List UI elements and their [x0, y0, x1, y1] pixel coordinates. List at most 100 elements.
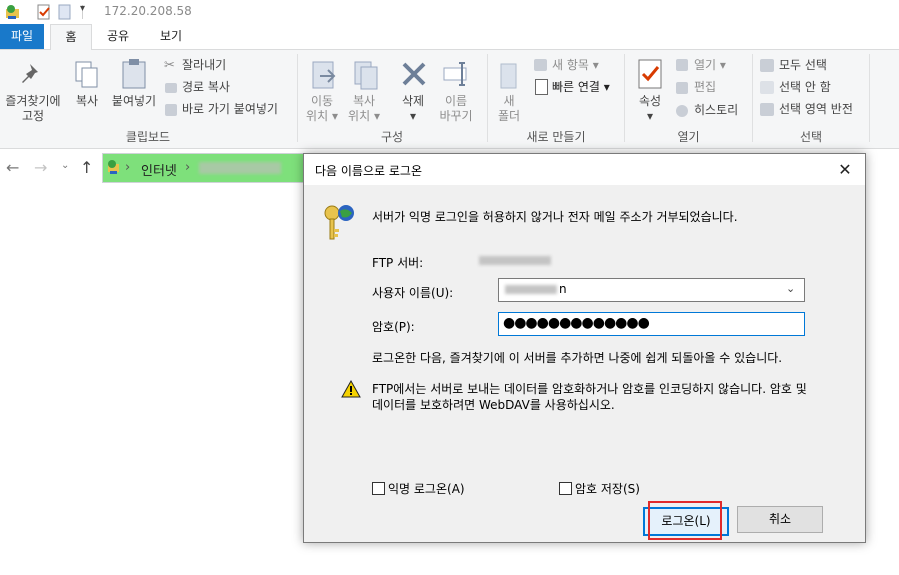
- ribbon-tabs: 파일 홈 공유 보기: [0, 24, 899, 51]
- warning-icon: [341, 380, 361, 398]
- warning-line-2: 데이터를 보호하려면 WebDAV를 사용하십시오.: [372, 398, 615, 412]
- anonymous-logon-label[interactable]: 익명 로그온(A): [388, 480, 465, 497]
- cut-button[interactable]: 잘라내기: [182, 58, 226, 73]
- logon-dialog: 다음 이름으로 로그온 ✕ 서버가 익명 로그인을 허용하지 않거나 전자 메일…: [303, 153, 866, 543]
- delete-button[interactable]: 삭제 ▾: [396, 94, 430, 124]
- edit-button[interactable]: 편집: [694, 80, 716, 95]
- properties-large-icon: [638, 59, 662, 89]
- dialog-title-bar: 다음 이름으로 로그온 ✕: [304, 154, 865, 185]
- username-redacted: [505, 285, 557, 294]
- breadcrumb-chevron[interactable]: ›: [125, 160, 130, 175]
- username-label: 사용자 이름(U):: [372, 286, 454, 300]
- breadcrumb-redacted-host[interactable]: [199, 162, 281, 174]
- anonymous-logon-checkbox[interactable]: [372, 482, 385, 495]
- rename-icon: [443, 62, 467, 86]
- copy-to-button[interactable]: 복사 위치 ▾: [344, 94, 384, 124]
- breadcrumb-chevron[interactable]: ›: [185, 160, 190, 175]
- ftp-server-label: FTP 서버:: [372, 256, 424, 270]
- move-to-label-line2: 위치 ▾: [306, 109, 338, 123]
- info-text: 로그온한 다음, 즐겨찾기에 이 서버를 추가하면 나중에 쉽게 되돌아올 수 …: [372, 351, 783, 365]
- open-icon: [676, 59, 688, 71]
- save-password-checkbox[interactable]: [559, 482, 572, 495]
- new-folder-label-line2: 폴더: [497, 109, 521, 123]
- password-field[interactable]: ●●●●●●●●●●●●●: [498, 312, 805, 336]
- dialog-title: 다음 이름으로 로그온: [315, 164, 422, 178]
- group-label-clipboard: 클립보드: [125, 130, 171, 144]
- easy-access-button[interactable]: 빠른 연결 ▾: [552, 80, 610, 95]
- select-all-button[interactable]: 모두 선택: [779, 58, 827, 73]
- rename-button[interactable]: 이름 바꾸기: [436, 94, 476, 124]
- move-to-button[interactable]: 이동 위치 ▾: [302, 94, 342, 124]
- rename-label-line2: 바꾸기: [439, 109, 473, 123]
- copy-to-label-line1: 복사: [352, 94, 376, 108]
- new-folder-label-line1: 새: [503, 94, 515, 108]
- cancel-button[interactable]: 취소: [737, 506, 823, 533]
- properties-icon[interactable]: [36, 4, 52, 20]
- group-label-organize: 구성: [380, 130, 404, 144]
- close-icon[interactable]: ✕: [832, 158, 858, 182]
- network-folder-icon: [6, 5, 19, 19]
- delete-icon: [402, 62, 426, 86]
- pin-to-quick-access-button[interactable]: 즐겨찾기에 고정: [0, 94, 66, 124]
- ftp-server-value-redacted: [479, 256, 551, 265]
- chevron-down-icon[interactable]: ⌄: [786, 282, 795, 295]
- address-bar[interactable]: › 인터넷 ›: [102, 153, 304, 183]
- group-separator: [869, 54, 870, 142]
- properties-label: 속성: [638, 94, 662, 108]
- tab-view[interactable]: 보기: [146, 24, 196, 49]
- paste-button[interactable]: 붙여넣기: [108, 94, 160, 109]
- easy-access-label: 빠른 연결: [552, 80, 600, 94]
- breadcrumb-internet[interactable]: 인터넷: [141, 160, 177, 179]
- group-label-new: 새로 만들기: [526, 130, 586, 144]
- tab-home[interactable]: 홈: [50, 24, 92, 51]
- up-arrow-icon[interactable]: ↑: [80, 158, 93, 177]
- pin-label-line2: 고정: [21, 109, 45, 123]
- save-password-label[interactable]: 암호 저장(S): [575, 480, 640, 497]
- network-location-icon: [108, 160, 119, 174]
- delete-label: 삭제: [401, 94, 425, 108]
- recent-locations-chevron-icon[interactable]: ⌄: [61, 160, 69, 171]
- select-none-button[interactable]: 선택 안 함: [779, 80, 831, 95]
- copy-button[interactable]: 복사: [70, 94, 104, 109]
- new-item-button[interactable]: 새 항목 ▾: [552, 58, 599, 73]
- copy-to-label-text: 위치: [348, 109, 371, 123]
- move-to-icon: [312, 61, 336, 89]
- easy-access-icon: [535, 79, 548, 95]
- paste-shortcut-button[interactable]: 바로 가기 붙여넣기: [182, 102, 278, 117]
- open-label: 열기: [694, 58, 717, 72]
- new-folder-button[interactable]: 새 폴더: [490, 94, 528, 124]
- paste-icon: [122, 59, 146, 89]
- copy-path-icon: [165, 83, 177, 93]
- edit-icon: [676, 82, 688, 94]
- group-label-open: 열기: [677, 130, 700, 144]
- pin-label-line1: 즐겨찾기에: [5, 94, 61, 108]
- customize-toolbar-chevron-icon[interactable]: ▾: [80, 3, 85, 14]
- key-globe-icon: [324, 205, 354, 240]
- tab-share[interactable]: 공유: [96, 24, 140, 49]
- title-bar: ▾ 172.20.208.58: [0, 0, 899, 24]
- copy-to-label-line2: 위치 ▾: [348, 109, 380, 123]
- new-folder-icon[interactable]: [58, 4, 72, 20]
- ribbon: 즐겨찾기에 고정 복사 붙여넣기 ✂ 잘라내기 경로 복사 바로 가기 붙여넣기…: [0, 50, 899, 149]
- username-visible-suffix: n: [559, 282, 567, 296]
- group-label-select: 선택: [799, 130, 823, 144]
- password-dots: ●●●●●●●●●●●●●: [503, 315, 650, 331]
- select-all-icon: [760, 59, 774, 72]
- copy-path-button[interactable]: 경로 복사: [182, 80, 230, 95]
- open-button[interactable]: 열기 ▾: [694, 58, 726, 73]
- tab-file[interactable]: 파일: [0, 24, 44, 49]
- username-combobox[interactable]: n ⌄: [498, 278, 805, 302]
- select-none-icon: [760, 81, 774, 94]
- move-to-label-text: 위치: [306, 109, 329, 123]
- properties-dropdown-icon: ▾: [646, 109, 654, 123]
- forward-arrow-icon[interactable]: →: [34, 158, 47, 177]
- new-folder-large-icon: [500, 63, 517, 89]
- invert-selection-button[interactable]: 선택 영역 반전: [779, 102, 853, 117]
- copy-to-icon: [354, 61, 378, 90]
- back-arrow-icon[interactable]: ←: [6, 158, 19, 177]
- delete-dropdown-icon: ▾: [409, 109, 417, 123]
- pin-icon: [22, 64, 38, 83]
- history-button[interactable]: 히스토리: [694, 103, 738, 118]
- warning-line-1: FTP에서는 서버로 보내는 데이터를 암호화하거나 암호를 인코딩하지 않습니…: [372, 382, 807, 396]
- properties-button[interactable]: 속성 ▾: [632, 94, 668, 124]
